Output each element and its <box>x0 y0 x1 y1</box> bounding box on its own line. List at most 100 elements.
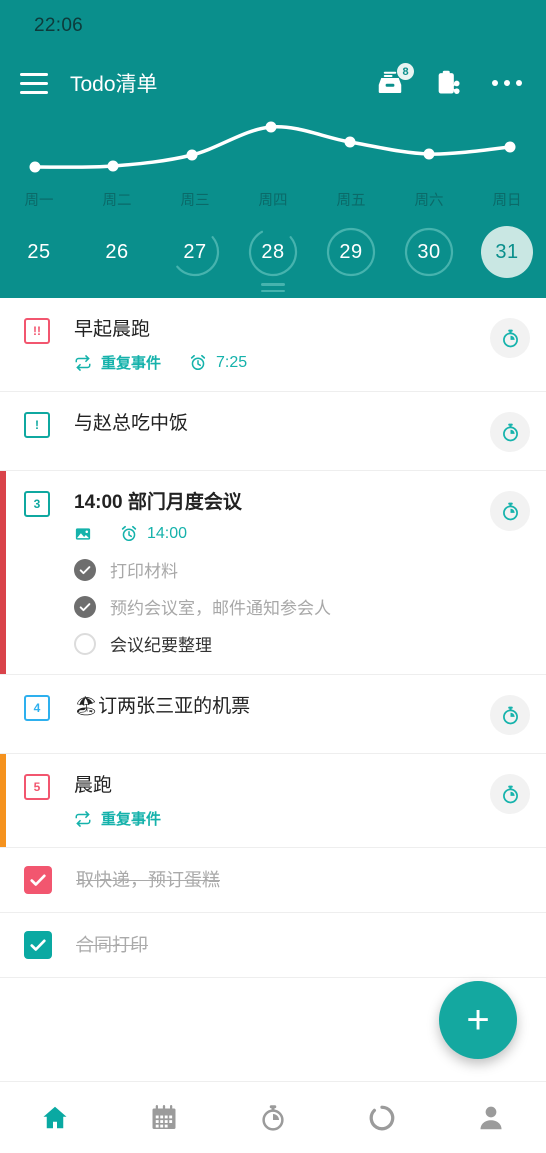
task-timer-button[interactable] <box>490 318 530 358</box>
task-checkbox-checked[interactable] <box>24 931 52 959</box>
archive-inbox-icon[interactable]: 8 <box>374 63 414 99</box>
subtask-checkbox-checked[interactable] <box>74 595 96 618</box>
date-cell-29[interactable]: 29 <box>312 216 390 288</box>
weekday-label: 周六 <box>414 193 444 209</box>
image-attachment-icon <box>75 528 91 540</box>
hamburger-menu-icon[interactable] <box>20 70 54 96</box>
chart-point <box>344 136 356 148</box>
subtask-item[interactable]: 会议纪要整理 <box>74 631 490 656</box>
alarm-icon <box>121 525 137 542</box>
task-title: 早起晨跑 <box>74 319 151 340</box>
task-body: 🏖订两张三亚的机票 <box>74 693 490 720</box>
task-meta-label: 重复事件 <box>101 811 162 828</box>
task-title: 晨跑 <box>74 775 113 796</box>
plus-icon: + <box>466 998 490 1042</box>
task-row[interactable]: ! 与赵总吃中饭 <box>0 392 546 471</box>
alarm-icon <box>120 525 138 543</box>
chart-point <box>504 141 516 153</box>
date-number: 30 <box>417 240 441 263</box>
date-number: 29 <box>339 240 363 263</box>
clipboard-share-icon[interactable] <box>432 67 464 99</box>
task-timer-button[interactable] <box>490 412 530 452</box>
task-row[interactable]: !! 早起晨跑重复事件 7:25 <box>0 298 546 392</box>
task-priority-badge[interactable]: 5 <box>24 774 50 800</box>
subtask-checkbox-unchecked[interactable] <box>74 632 96 655</box>
header-actions: 8 <box>374 63 524 99</box>
page-title: Todo清单 <box>70 73 158 96</box>
task-body: 晨跑重复事件 <box>74 772 490 829</box>
chart-point <box>186 149 198 161</box>
date-number: 26 <box>105 240 129 263</box>
weekday-labels: 周一 周二 周三 周四 周五 周六 周日 <box>0 186 546 216</box>
subtask-item[interactable]: 打印材料 <box>74 557 490 582</box>
task-list: !! 早起晨跑 重复事件 7:25! 与赵总吃中饭 3 14:00 部门月度会议 14:00 打… <box>0 298 546 978</box>
date-cell-30[interactable]: 30 <box>390 216 468 288</box>
task-row[interactable]: 合同打印 <box>0 913 546 978</box>
date-cell-31[interactable]: 31 <box>468 216 546 288</box>
weekday-label: 周二 <box>102 193 132 209</box>
nav-item-calendar[interactable] <box>109 1082 218 1153</box>
date-cell-28[interactable]: 28 <box>234 216 312 288</box>
task-priority-stripe <box>0 754 6 847</box>
add-task-button[interactable]: + <box>439 981 517 1059</box>
alarm-icon <box>190 354 206 370</box>
task-timer-button[interactable] <box>490 491 530 531</box>
task-timer-button[interactable] <box>490 774 530 814</box>
check-icon <box>79 602 91 611</box>
task-body: 与赵总吃中饭 <box>74 410 490 437</box>
check-icon <box>79 565 91 574</box>
weekday-label: 周日 <box>492 193 522 209</box>
task-meta: 重复事件 7:25 <box>74 352 490 373</box>
nav-item-stopwatch[interactable] <box>218 1082 327 1153</box>
nav-item-progress-ring[interactable] <box>328 1082 437 1153</box>
task-row[interactable]: 3 14:00 部门月度会议 14:00 打印材料预约会议室，邮件通知参会人会议纪要整… <box>0 471 546 675</box>
image-attachment-icon <box>74 525 92 543</box>
subtask-item[interactable]: 预约会议室，邮件通知参会人 <box>74 594 490 619</box>
task-body: 取快递，预订蛋糕 <box>76 866 530 893</box>
date-number: 31 <box>495 240 519 263</box>
date-number: 28 <box>261 240 285 263</box>
nav-item-profile[interactable] <box>437 1082 546 1153</box>
repeat-icon <box>75 810 91 827</box>
task-priority-stripe <box>0 471 6 674</box>
task-row[interactable]: 取快递，预订蛋糕 <box>0 848 546 913</box>
weekday-label: 周五 <box>336 193 366 209</box>
task-meta: 14:00 <box>74 525 490 543</box>
weekday-label: 周三 <box>180 193 210 209</box>
task-row[interactable]: 5 晨跑重复事件 <box>0 754 546 848</box>
task-meta: 重复事件 <box>74 808 490 829</box>
stopwatch-icon <box>502 706 518 724</box>
status-bar-clock: 22:06 <box>34 15 84 36</box>
calendar-icon <box>152 1104 176 1129</box>
nav-item-home[interactable] <box>0 1082 109 1153</box>
progress-ring-icon <box>369 1105 395 1130</box>
task-priority-badge[interactable]: ! <box>24 412 50 438</box>
subtask-label: 会议纪要整理 <box>110 636 212 655</box>
task-title: 与赵总吃中饭 <box>74 413 189 434</box>
more-options-icon[interactable] <box>490 74 524 92</box>
task-row[interactable]: 4 🏖订两张三亚的机票 <box>0 675 546 754</box>
chart-point <box>423 148 435 160</box>
chart-point <box>29 161 41 173</box>
task-title: 14:00 部门月度会议 <box>74 492 242 513</box>
inbox-badge-count: 8 <box>397 63 414 80</box>
subtask-checkbox-checked[interactable] <box>74 558 96 581</box>
stopwatch-icon <box>502 329 518 347</box>
stopwatch-icon <box>502 423 518 441</box>
task-timer-button[interactable] <box>490 695 530 735</box>
chart-point <box>265 121 277 133</box>
subtask-list: 打印材料预约会议室，邮件通知参会人会议纪要整理 <box>74 557 490 656</box>
date-cell-27[interactable]: 27 <box>156 216 234 288</box>
date-cell-26[interactable]: 26 <box>78 216 156 288</box>
app-header: 22:06 Todo清单 8 周一 周二 周三 周四 周五 周六 周日 25 2… <box>0 0 546 298</box>
date-cell-25[interactable]: 25 <box>0 216 78 288</box>
task-priority-badge[interactable]: 3 <box>24 491 50 517</box>
drag-handle-icon[interactable] <box>261 283 285 292</box>
date-number: 25 <box>27 240 51 263</box>
status-bar: 22:06 <box>0 0 546 52</box>
profile-icon <box>480 1106 502 1129</box>
task-priority-badge[interactable]: 4 <box>24 695 50 721</box>
stopwatch-icon <box>502 785 518 803</box>
task-checkbox-checked[interactable] <box>24 866 52 894</box>
task-priority-badge[interactable]: !! <box>24 318 50 344</box>
